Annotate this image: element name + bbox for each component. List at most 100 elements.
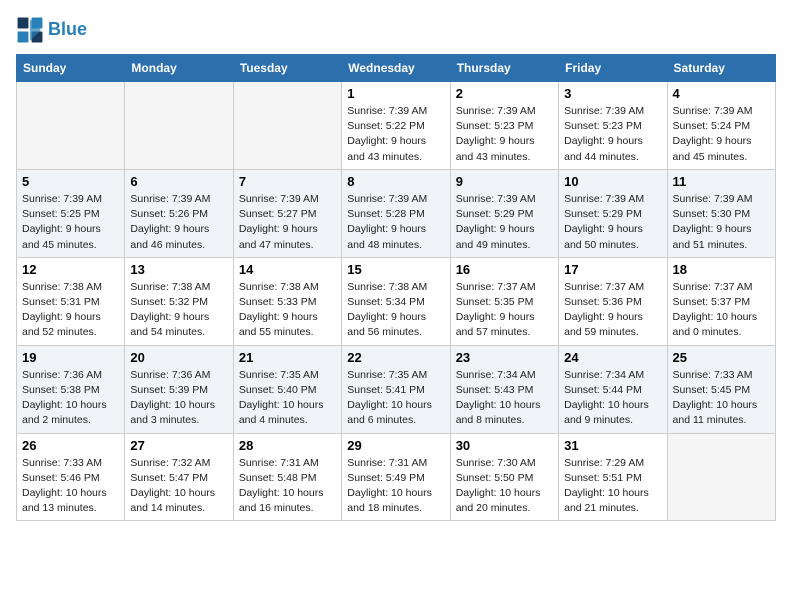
day-number: 29 — [347, 438, 444, 453]
day-info: Sunrise: 7:29 AMSunset: 5:51 PMDaylight:… — [564, 456, 661, 517]
day-info: Sunrise: 7:37 AMSunset: 5:35 PMDaylight:… — [456, 280, 553, 341]
day-info: Sunrise: 7:38 AMSunset: 5:34 PMDaylight:… — [347, 280, 444, 341]
day-info: Sunrise: 7:35 AMSunset: 5:41 PMDaylight:… — [347, 368, 444, 429]
calendar-cell: 8 Sunrise: 7:39 AMSunset: 5:28 PMDaylight… — [342, 169, 450, 257]
calendar-cell: 9 Sunrise: 7:39 AMSunset: 5:29 PMDaylight… — [450, 169, 558, 257]
calendar-cell: 28 Sunrise: 7:31 AMSunset: 5:48 PMDayligh… — [233, 433, 341, 521]
day-info: Sunrise: 7:37 AMSunset: 5:37 PMDaylight:… — [673, 280, 770, 341]
day-number: 25 — [673, 350, 770, 365]
calendar-cell: 12 Sunrise: 7:38 AMSunset: 5:31 PMDayligh… — [17, 257, 125, 345]
day-info: Sunrise: 7:39 AMSunset: 5:25 PMDaylight:… — [22, 192, 119, 253]
day-number: 8 — [347, 174, 444, 189]
day-info: Sunrise: 7:39 AMSunset: 5:29 PMDaylight:… — [456, 192, 553, 253]
day-number: 3 — [564, 86, 661, 101]
day-number: 17 — [564, 262, 661, 277]
calendar-week-row: 5 Sunrise: 7:39 AMSunset: 5:25 PMDaylight… — [17, 169, 776, 257]
logo: Blue — [16, 16, 87, 44]
calendar-cell: 24Sunrise: 7:34 AMSunset: 5:44 PMDayligh… — [559, 345, 667, 433]
day-info: Sunrise: 7:38 AMSunset: 5:32 PMDaylight:… — [130, 280, 227, 341]
calendar-cell: 20 Sunrise: 7:36 AMSunset: 5:39 PMDayligh… — [125, 345, 233, 433]
day-info: Sunrise: 7:32 AMSunset: 5:47 PMDaylight:… — [130, 456, 227, 517]
day-number: 12 — [22, 262, 119, 277]
day-info: Sunrise: 7:31 AMSunset: 5:48 PMDaylight:… — [239, 456, 336, 517]
calendar-cell: 7 Sunrise: 7:39 AMSunset: 5:27 PMDaylight… — [233, 169, 341, 257]
day-number: 14 — [239, 262, 336, 277]
calendar-cell: 13 Sunrise: 7:38 AMSunset: 5:32 PMDayligh… — [125, 257, 233, 345]
calendar-cell: 25 Sunrise: 7:33 AMSunset: 5:45 PMDayligh… — [667, 345, 775, 433]
logo-text-blue: Blue — [48, 20, 87, 40]
day-number: 19 — [22, 350, 119, 365]
calendar-cell — [233, 82, 341, 170]
column-header-thursday: Thursday — [450, 55, 558, 82]
day-number: 31 — [564, 438, 661, 453]
day-number: 22 — [347, 350, 444, 365]
calendar-cell: 23 Sunrise: 7:34 AMSunset: 5:43 PMDayligh… — [450, 345, 558, 433]
calendar-cell: 5 Sunrise: 7:39 AMSunset: 5:25 PMDaylight… — [17, 169, 125, 257]
calendar-cell: 16 Sunrise: 7:37 AMSunset: 5:35 PMDayligh… — [450, 257, 558, 345]
calendar-cell: 15 Sunrise: 7:38 AMSunset: 5:34 PMDayligh… — [342, 257, 450, 345]
day-number: 26 — [22, 438, 119, 453]
day-info: Sunrise: 7:30 AMSunset: 5:50 PMDaylight:… — [456, 456, 553, 517]
day-info: Sunrise: 7:39 AMSunset: 5:30 PMDaylight:… — [673, 192, 770, 253]
calendar-cell: 27 Sunrise: 7:32 AMSunset: 5:47 PMDayligh… — [125, 433, 233, 521]
day-info: Sunrise: 7:35 AMSunset: 5:40 PMDaylight:… — [239, 368, 336, 429]
calendar-cell: 29 Sunrise: 7:31 AMSunset: 5:49 PMDayligh… — [342, 433, 450, 521]
calendar-cell: 17 Sunrise: 7:37 AMSunset: 5:36 PMDayligh… — [559, 257, 667, 345]
day-number: 24 — [564, 350, 661, 365]
column-header-friday: Friday — [559, 55, 667, 82]
day-info: Sunrise: 7:39 AMSunset: 5:29 PMDaylight:… — [564, 192, 661, 253]
day-number: 10 — [564, 174, 661, 189]
calendar-cell: 4 Sunrise: 7:39 AMSunset: 5:24 PMDaylight… — [667, 82, 775, 170]
logo-icon — [16, 16, 44, 44]
calendar-cell: 11 Sunrise: 7:39 AMSunset: 5:30 PMDayligh… — [667, 169, 775, 257]
day-number: 11 — [673, 174, 770, 189]
day-number: 21 — [239, 350, 336, 365]
day-number: 7 — [239, 174, 336, 189]
calendar-week-row: 12 Sunrise: 7:38 AMSunset: 5:31 PMDayligh… — [17, 257, 776, 345]
day-number: 20 — [130, 350, 227, 365]
calendar-cell — [667, 433, 775, 521]
day-number: 13 — [130, 262, 227, 277]
calendar-cell: 2 Sunrise: 7:39 AMSunset: 5:23 PMDaylight… — [450, 82, 558, 170]
column-header-monday: Monday — [125, 55, 233, 82]
day-info: Sunrise: 7:38 AMSunset: 5:33 PMDaylight:… — [239, 280, 336, 341]
calendar-cell: 1 Sunrise: 7:39 AMSunset: 5:22 PMDaylight… — [342, 82, 450, 170]
calendar-cell: 26Sunrise: 7:33 AMSunset: 5:46 PMDayligh… — [17, 433, 125, 521]
day-number: 9 — [456, 174, 553, 189]
day-info: Sunrise: 7:39 AMSunset: 5:28 PMDaylight:… — [347, 192, 444, 253]
day-number: 28 — [239, 438, 336, 453]
calendar-table: SundayMondayTuesdayWednesdayThursdayFrid… — [16, 54, 776, 521]
day-number: 4 — [673, 86, 770, 101]
day-info: Sunrise: 7:31 AMSunset: 5:49 PMDaylight:… — [347, 456, 444, 517]
calendar-cell — [17, 82, 125, 170]
calendar-week-row: 1 Sunrise: 7:39 AMSunset: 5:22 PMDaylight… — [17, 82, 776, 170]
day-number: 5 — [22, 174, 119, 189]
calendar-header-row: SundayMondayTuesdayWednesdayThursdayFrid… — [17, 55, 776, 82]
day-number: 1 — [347, 86, 444, 101]
calendar-cell: 18Sunrise: 7:37 AMSunset: 5:37 PMDayligh… — [667, 257, 775, 345]
calendar-cell: 19Sunrise: 7:36 AMSunset: 5:38 PMDayligh… — [17, 345, 125, 433]
day-number: 27 — [130, 438, 227, 453]
day-number: 15 — [347, 262, 444, 277]
day-number: 23 — [456, 350, 553, 365]
calendar-cell: 3 Sunrise: 7:39 AMSunset: 5:23 PMDaylight… — [559, 82, 667, 170]
day-number: 16 — [456, 262, 553, 277]
column-header-sunday: Sunday — [17, 55, 125, 82]
calendar-cell: 31 Sunrise: 7:29 AMSunset: 5:51 PMDayligh… — [559, 433, 667, 521]
day-info: Sunrise: 7:39 AMSunset: 5:27 PMDaylight:… — [239, 192, 336, 253]
day-number: 6 — [130, 174, 227, 189]
calendar-week-row: 19Sunrise: 7:36 AMSunset: 5:38 PMDayligh… — [17, 345, 776, 433]
day-info: Sunrise: 7:37 AMSunset: 5:36 PMDaylight:… — [564, 280, 661, 341]
day-info: Sunrise: 7:36 AMSunset: 5:39 PMDaylight:… — [130, 368, 227, 429]
day-number: 2 — [456, 86, 553, 101]
day-number: 30 — [456, 438, 553, 453]
day-info: Sunrise: 7:39 AMSunset: 5:24 PMDaylight:… — [673, 104, 770, 165]
calendar-cell: 14 Sunrise: 7:38 AMSunset: 5:33 PMDayligh… — [233, 257, 341, 345]
day-info: Sunrise: 7:38 AMSunset: 5:31 PMDaylight:… — [22, 280, 119, 341]
day-info: Sunrise: 7:39 AMSunset: 5:26 PMDaylight:… — [130, 192, 227, 253]
day-info: Sunrise: 7:39 AMSunset: 5:22 PMDaylight:… — [347, 104, 444, 165]
day-info: Sunrise: 7:34 AMSunset: 5:43 PMDaylight:… — [456, 368, 553, 429]
day-info: Sunrise: 7:39 AMSunset: 5:23 PMDaylight:… — [456, 104, 553, 165]
day-info: Sunrise: 7:33 AMSunset: 5:45 PMDaylight:… — [673, 368, 770, 429]
day-info: Sunrise: 7:39 AMSunset: 5:23 PMDaylight:… — [564, 104, 661, 165]
